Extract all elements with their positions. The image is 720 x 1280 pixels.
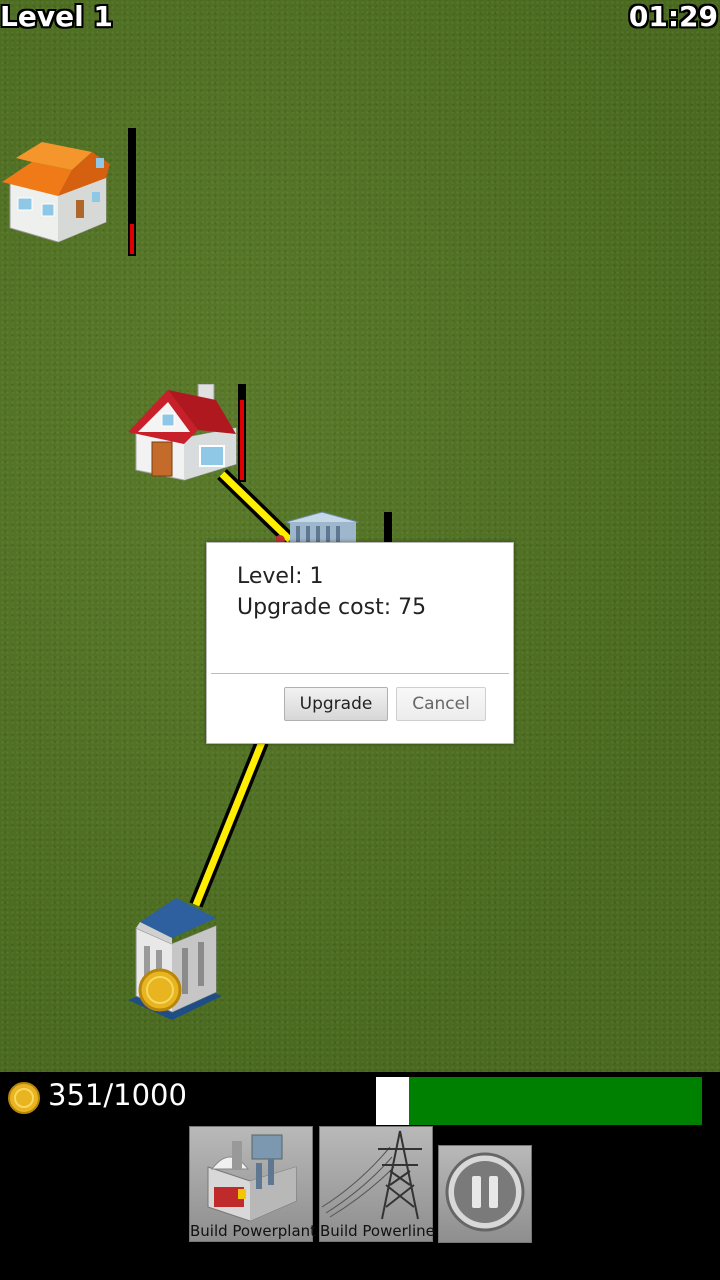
powerplant-label: Build Powerplant xyxy=(190,1222,317,1240)
pause-button[interactable] xyxy=(438,1145,532,1243)
dialog-level-text: Level: 1 xyxy=(237,564,324,589)
powerline-office-to-plant[interactable] xyxy=(189,739,269,908)
game-field[interactable]: Level 1 01:29 Level: 1 Upgrade cost: 75 … xyxy=(0,0,720,1072)
upgrade-button[interactable]: Upgrade xyxy=(284,687,388,721)
level-progress-bar xyxy=(376,1077,702,1125)
bank-building-icon[interactable] xyxy=(126,896,226,1024)
dialog-cost-text: Upgrade cost: 75 xyxy=(237,595,427,620)
timer: 01:29 xyxy=(628,0,718,33)
dialog-divider xyxy=(211,673,509,674)
build-powerplant-button[interactable]: Build Powerplant xyxy=(189,1126,317,1242)
powerline-tower-icon xyxy=(321,1130,422,1220)
cancel-button[interactable]: Cancel xyxy=(396,687,486,721)
house-demand-bar xyxy=(238,384,246,482)
bottom-toolbar: 351/1000 Build Powerplant Build Powerlin… xyxy=(0,1072,720,1280)
level-progress-fill xyxy=(376,1077,409,1125)
level-label: Level 1 xyxy=(0,0,113,33)
build-powerline-button[interactable]: Build Powerline xyxy=(319,1126,435,1242)
house-orange-roof-icon[interactable] xyxy=(2,138,114,246)
pause-icon xyxy=(445,1152,525,1232)
office-demand-bar xyxy=(384,512,392,544)
house-red-roof-icon[interactable] xyxy=(128,384,240,484)
coin-icon xyxy=(8,1082,40,1114)
powerline-label: Build Powerline xyxy=(320,1222,435,1240)
upgrade-dialog: Level: 1 Upgrade cost: 75 Upgrade Cancel xyxy=(206,542,514,744)
house-demand-bar xyxy=(128,128,136,256)
money-counter: 351/1000 xyxy=(48,1078,187,1112)
powerplant-icon xyxy=(207,1134,297,1222)
